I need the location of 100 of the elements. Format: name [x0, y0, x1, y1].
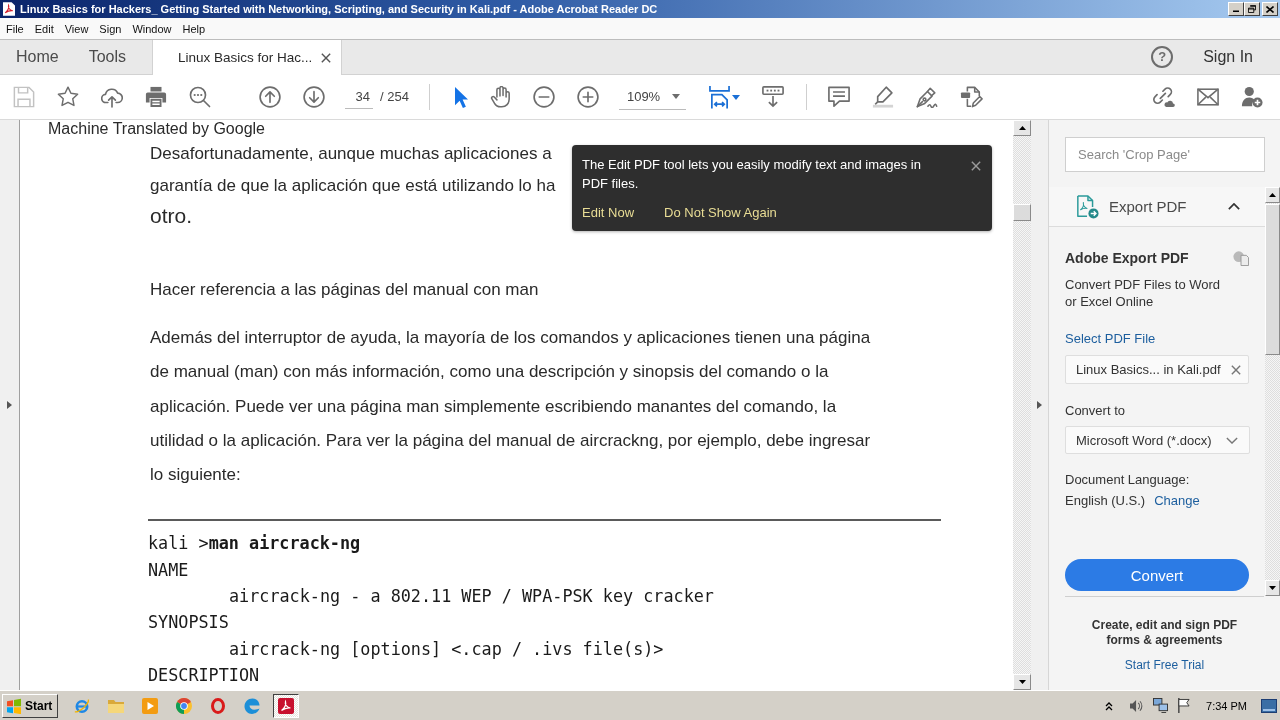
e-logo-icon [74, 697, 90, 714]
desktop-icon[interactable] [1261, 698, 1277, 713]
close-button[interactable] [1262, 2, 1278, 16]
change-link[interactable]: Change [1154, 492, 1200, 509]
code-line: SYNOPSIS [148, 611, 229, 635]
chevron-up-icon[interactable] [1228, 203, 1240, 210]
trial-link[interactable]: Start Free Trial [1124, 658, 1205, 673]
page-number-field[interactable]: 34 [345, 85, 373, 109]
arrow-down-icon[interactable] [303, 86, 325, 108]
pen-nib-icon[interactable] [915, 86, 938, 108]
scroll-down-button[interactable] [1013, 674, 1031, 690]
tab[interactable]: Linux Basics for Hac... [152, 40, 343, 75]
chevron-up-icon[interactable] [1105, 700, 1114, 711]
action-link[interactable]: Do Not Show Again [664, 203, 777, 222]
help-button[interactable]: ? [1151, 46, 1174, 68]
flag-logo-icon [6, 697, 22, 714]
caret-icon[interactable] [731, 94, 740, 100]
edit-document-icon[interactable] [959, 86, 983, 108]
field-label: Convert to [1065, 402, 1125, 419]
hand-icon[interactable] [489, 86, 511, 108]
circle-logo-icon [176, 697, 192, 714]
arrow-up-icon[interactable] [259, 86, 281, 108]
clock-text: 7:34 PM [1206, 698, 1247, 713]
code-line: DESCRIPTION [148, 664, 260, 688]
triangle-up-icon [1018, 126, 1026, 130]
promo-text: Create, edit and sign PDF forms & agreements [1090, 618, 1239, 648]
menu-item[interactable]: View [64, 21, 89, 36]
speaker-icon[interactable] [1130, 698, 1144, 713]
zoom-field[interactable]: 109% [618, 84, 686, 110]
menu-item[interactable]: Edit [34, 21, 54, 36]
minimize-button[interactable] [1228, 2, 1244, 16]
highlighter-icon[interactable] [871, 86, 894, 108]
search-field[interactable]: Search 'Crop Page' [1065, 137, 1265, 172]
zoom-out-icon[interactable] [532, 86, 555, 108]
taskbar-button[interactable] [273, 693, 299, 718]
menu-item[interactable]: Window [132, 21, 172, 36]
paragraph-text: Además del interruptor de ayuda, la mayoría de los comandos y aplicaciones tienen una página de manual (man) con más información, como una descripción y sinopsis del comando o la aplicación. Puede ver una página man simplemente escribiendo manantes del comando, la utilidad o la aplicación. Para ver la página del manual de aircrackng, por ejemplo, debe ingresar lo siguiente: [150, 327, 871, 486]
comment-icon[interactable] [827, 86, 850, 108]
close-icon[interactable] [1231, 364, 1241, 375]
sign-in-button[interactable]: Sign In [1203, 47, 1253, 67]
description-text: Convert PDF Files to Word or Excel Online [1065, 276, 1222, 310]
link-cloud-icon[interactable] [1153, 86, 1175, 108]
section-heading: Hacer referencia a las páginas del manual con man [150, 279, 539, 301]
caret-right-icon[interactable] [7, 401, 12, 409]
menu-item[interactable]: File [6, 21, 24, 36]
scroll-thumb[interactable] [1265, 204, 1280, 355]
tab[interactable]: Home [0, 40, 73, 74]
action-link[interactable]: Edit Now [582, 203, 635, 222]
scroll-mode-icon[interactable] [761, 86, 784, 108]
code-line: aircrack-ng - a 802.11 WEP / WPA-PSK key cracker [229, 585, 714, 609]
start-button[interactable]: Start [2, 693, 58, 718]
pointer-icon[interactable] [454, 86, 468, 108]
scroll-up-button[interactable] [1013, 120, 1031, 136]
add-user-icon[interactable] [1241, 86, 1263, 108]
language-text: English (U.S.) [1065, 492, 1146, 509]
folder-icon [108, 698, 124, 713]
caret-icon [671, 94, 680, 99]
star-icon[interactable] [57, 86, 79, 108]
select-file-link[interactable]: Select PDF File [1065, 330, 1156, 347]
fit-page-icon[interactable] [708, 85, 730, 109]
scroll-up-button[interactable] [1265, 187, 1280, 203]
network-icon[interactable] [1153, 698, 1169, 713]
tab[interactable]: Tools [72, 40, 141, 74]
wave-logo-icon [244, 697, 260, 714]
triangle-down-icon [1269, 586, 1276, 590]
play-icon [142, 697, 158, 714]
flag-icon[interactable] [1177, 698, 1191, 713]
zoom-in-icon[interactable] [576, 86, 599, 108]
export-document-icon [1076, 194, 1099, 219]
triangle-down-icon [1018, 680, 1026, 684]
pdf-icon [278, 697, 294, 714]
chevron-down-icon [1226, 436, 1238, 444]
mail-icon[interactable] [1197, 86, 1219, 108]
scrollbar[interactable] [1013, 120, 1031, 690]
zoom-search-icon[interactable] [189, 86, 211, 108]
pdf-icon [3, 2, 15, 16]
scrollbar[interactable] [1265, 187, 1280, 596]
file-field[interactable]: Linux Basics... in Kali.pdf [1065, 355, 1249, 384]
triangle-up-icon [1269, 193, 1276, 197]
ring-logo-icon [211, 697, 225, 714]
print-icon[interactable] [145, 86, 167, 108]
scroll-thumb[interactable] [1013, 204, 1031, 221]
restore-button[interactable] [1244, 2, 1260, 16]
format-dropdown[interactable]: Microsoft Word (*.docx) [1065, 426, 1250, 454]
menu-item[interactable]: Sign [99, 21, 122, 36]
close-icon[interactable] [971, 161, 981, 171]
tooltip-text: The Edit PDF tool lets you easily modify text and images in PDF files. [582, 156, 922, 193]
cloud-upload-icon[interactable] [101, 86, 123, 108]
window-title: Linux Basics for Hackers_ Getting Started with Networking, Scripting, and Security in Kali.pdf - Adobe Acrobat Reader DC [20, 2, 658, 16]
panel-title: Adobe Export PDF [1065, 249, 1189, 267]
scroll-down-button[interactable] [1265, 580, 1280, 596]
close-icon[interactable] [321, 52, 332, 63]
caret-right-icon[interactable] [1037, 401, 1042, 409]
code-line: NAME [148, 558, 189, 582]
paragraph-text: Desafortunadamente, aunque muchas aplicaciones a garantía de que la aplicación que está utilizando lo ha otro. [150, 143, 556, 229]
code-line: kali >man aircrack-ng [148, 532, 361, 556]
menu-item[interactable]: Help [182, 21, 206, 36]
page-count: / 254 [380, 89, 409, 105]
convert-button[interactable]: Convert [1065, 559, 1249, 591]
close-icon [1266, 5, 1274, 13]
